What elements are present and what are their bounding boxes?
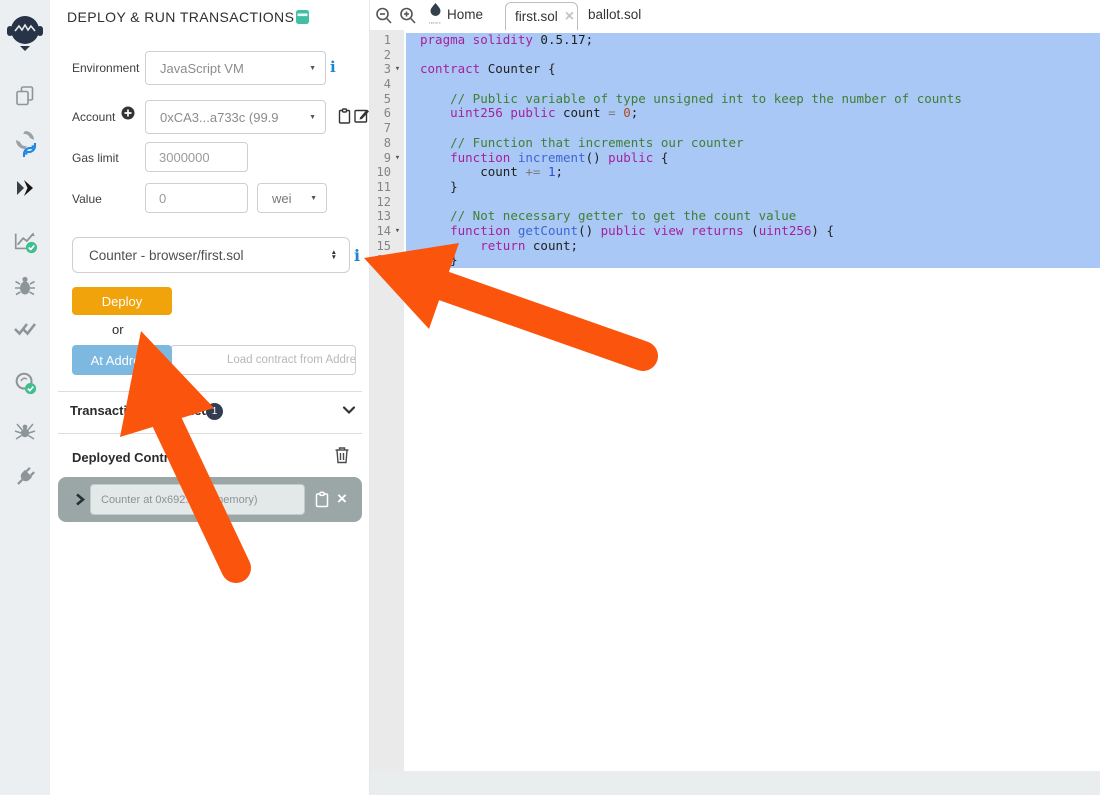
value-unit-select[interactable]: wei ▼ (257, 183, 327, 213)
contract-select-value: Counter - browser/first.sol (73, 248, 331, 263)
activity-bar (0, 0, 50, 795)
account-label: Account (72, 110, 115, 124)
spider-icon[interactable] (12, 418, 38, 444)
environment-info-icon[interactable]: i (330, 58, 336, 76)
tab-close-icon[interactable]: × (565, 10, 574, 24)
environment-value: JavaScript VM (146, 61, 309, 76)
environment-label: Environment (72, 61, 139, 75)
solidity-compiler-icon[interactable] (12, 130, 38, 156)
transactions-recorded-label: Transactions recorded: (70, 403, 214, 418)
chevron-down-icon: ▼ (309, 65, 325, 72)
tab-first-sol[interactable]: first.sol × (505, 2, 578, 30)
editor-tabbar: remix Home first.sol × ballot.sol (370, 0, 1100, 30)
account-value: 0xCA3...a733c (99.9 (146, 110, 309, 125)
deployed-contract-row: Counter at 0x692...7A (memory) × (58, 477, 362, 522)
collapse-chevron-icon[interactable] (342, 403, 356, 414)
at-address-input[interactable] (171, 354, 355, 366)
plugin-manager-plug-icon[interactable] (12, 464, 38, 490)
expand-chevron-icon[interactable] (74, 492, 86, 507)
chevron-down-icon: ▼ (309, 114, 325, 121)
file-explorer-icon[interactable] (12, 83, 38, 109)
contract-info-icon[interactable]: i (354, 246, 360, 265)
account-select[interactable]: 0xCA3...a733c (99.9 ▼ (145, 100, 326, 134)
gutter[interactable]: 123▾456789▾1011121314▾1516 (370, 30, 404, 771)
divider (58, 433, 362, 434)
plugin-circle-icon[interactable] (12, 370, 38, 396)
value-label: Value (72, 192, 102, 206)
contract-select[interactable]: Counter - browser/first.sol ▲▼ (72, 237, 350, 273)
zoom-out-icon[interactable] (374, 6, 394, 26)
debugger-bug-icon[interactable] (12, 273, 38, 299)
zoom-in-icon[interactable] (398, 6, 418, 26)
environment-select[interactable]: JavaScript VM ▼ (145, 51, 326, 85)
copy-address-icon[interactable] (315, 491, 329, 513)
gas-limit-label: Gas limit (72, 151, 119, 165)
transactions-count-badge: 1 (206, 403, 223, 420)
tab-home[interactable]: Home (447, 7, 483, 22)
deploy-run-icon[interactable] (12, 175, 38, 201)
clear-deployed-trash-icon[interactable] (334, 446, 350, 464)
code-lines: pragma solidity 0.5.17; contract Counter… (404, 33, 962, 268)
deployed-contracts-title: Deployed Contracts (72, 450, 195, 465)
divider (58, 391, 362, 392)
value-unit: wei (258, 191, 310, 206)
deploy-run-panel: DEPLOY & RUN TRANSACTIONS Environment Ja… (50, 0, 370, 795)
gas-limit-value: 3000000 (146, 150, 210, 165)
plugin-doc-icon[interactable] (295, 9, 310, 30)
deploy-button[interactable]: Deploy (72, 287, 172, 315)
updown-arrows-icon: ▲▼ (331, 250, 349, 261)
deployed-contract-name: Counter at 0x692...7A (memory) (91, 494, 258, 506)
sign-message-pencil-icon[interactable] (354, 108, 369, 128)
editor-bottom-strip (370, 771, 1100, 795)
editor-area: remix Home first.sol × ballot.sol 123▾45… (370, 0, 1100, 795)
add-account-icon[interactable] (121, 106, 135, 125)
deployed-contract-field[interactable]: Counter at 0x692...7A (memory) (90, 484, 305, 515)
at-address-input-wrap (170, 345, 356, 375)
remix-logo-icon[interactable] (6, 13, 44, 53)
value-input[interactable]: 0 (145, 183, 248, 213)
or-label: or (112, 322, 124, 337)
unit-testing-icon[interactable] (12, 316, 38, 342)
code-area[interactable]: pragma solidity 0.5.17; contract Counter… (404, 30, 1100, 771)
gas-limit-input[interactable]: 3000000 (145, 142, 248, 172)
remove-contract-close-icon[interactable]: × (337, 487, 347, 511)
remix-home-icon[interactable]: remix (427, 3, 443, 25)
tab-ballot-sol[interactable]: ballot.sol (588, 7, 641, 22)
panel-title: DEPLOY & RUN TRANSACTIONS (67, 9, 294, 25)
analytics-icon[interactable] (12, 228, 38, 254)
copy-account-icon[interactable] (338, 108, 351, 129)
chevron-down-icon: ▼ (310, 195, 326, 202)
value-amount: 0 (146, 191, 166, 206)
at-address-button[interactable]: At Address (72, 345, 172, 375)
remix-home-caption: remix (427, 21, 443, 25)
